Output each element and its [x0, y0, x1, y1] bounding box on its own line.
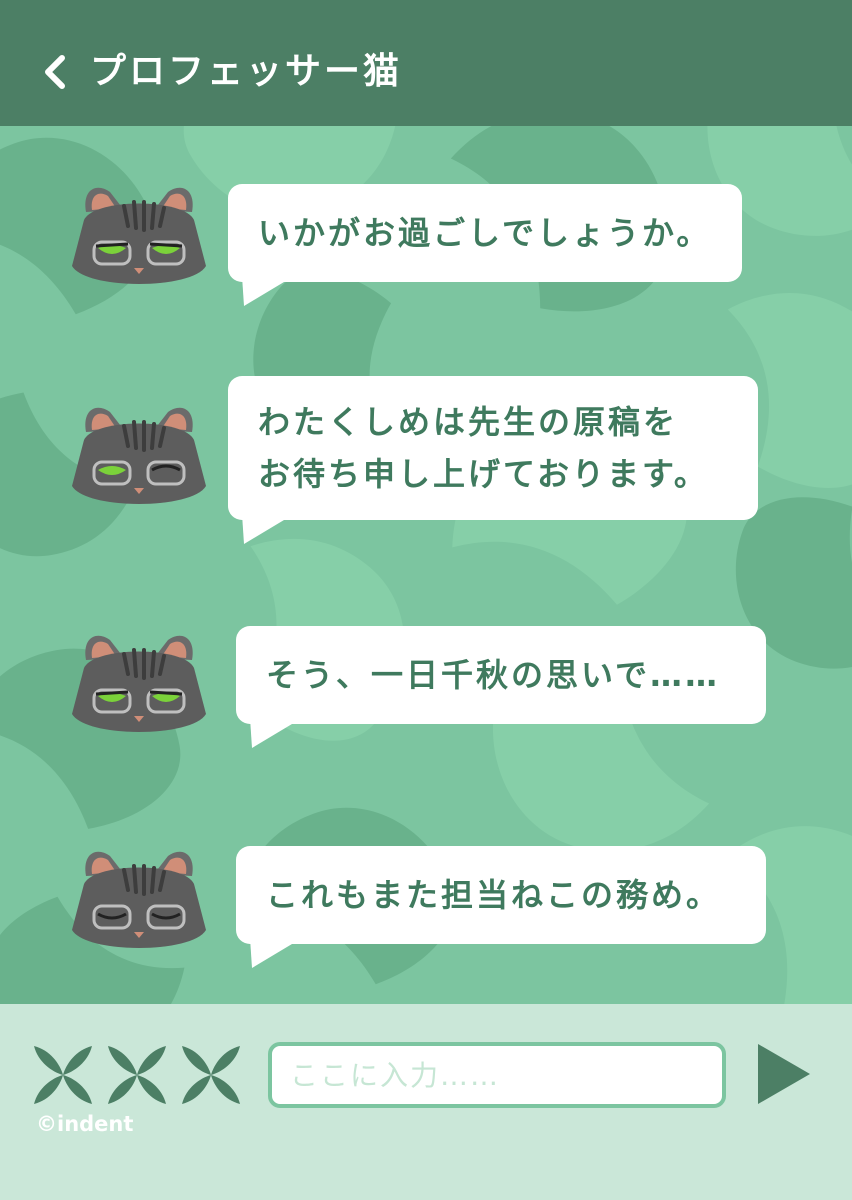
chat-bubble: そう、一日千秋の思いで……: [236, 626, 766, 724]
chat-bubble: これもまた担当ねこの務め。: [236, 846, 766, 944]
cat-avatar[interactable]: [64, 400, 214, 520]
bubble-tail: [242, 514, 294, 544]
chat-message: わたくしめは先生の原稿を お待ち申し上げております。: [0, 346, 852, 586]
chat-message: これもまた担当ねこの務め。: [0, 806, 852, 1004]
chat-header: プロフェッサー猫: [0, 0, 852, 126]
chevron-left-icon[interactable]: [38, 52, 72, 92]
message-line: いかがお過ごしでしょうか。: [258, 214, 712, 252]
leaf-clover-icon[interactable]: [104, 1042, 170, 1108]
cat-avatar[interactable]: [64, 628, 214, 748]
chat-title: プロフェッサー猫: [90, 51, 403, 92]
bubble-tail: [242, 276, 294, 306]
chat-area[interactable]: いかがお過ごしでしょうか。 わたくしめは先生の原稿を お待ち申し上げております。: [0, 126, 852, 1004]
copyright-text: ©indent: [36, 1112, 134, 1136]
chat-message: いかがお過ごしでしょうか。: [0, 126, 852, 346]
chat-bubble: いかがお過ごしでしょうか。: [228, 184, 742, 282]
input-bar: ©indent: [0, 1004, 852, 1200]
message-line: わたくしめは先生の原稿を: [258, 403, 679, 441]
cat-avatar[interactable]: [64, 844, 214, 964]
message-line: これもまた担当ねこの務め。: [266, 876, 722, 914]
leaf-clover-icon[interactable]: [178, 1042, 244, 1108]
message-line: そう、一日千秋の思いで……: [266, 656, 721, 694]
chat-bubble: わたくしめは先生の原稿を お待ち申し上げております。: [228, 376, 758, 520]
message-input[interactable]: [268, 1042, 726, 1108]
message-line: お待ち申し上げております。: [258, 455, 709, 493]
chat-message: そう、一日千秋の思いで……: [0, 586, 852, 806]
leaf-clover-icon[interactable]: [30, 1042, 96, 1108]
cat-avatar[interactable]: [64, 180, 214, 300]
bubble-tail: [250, 938, 302, 968]
bubble-tail: [250, 718, 302, 748]
send-triangle-icon[interactable]: [756, 1042, 812, 1106]
